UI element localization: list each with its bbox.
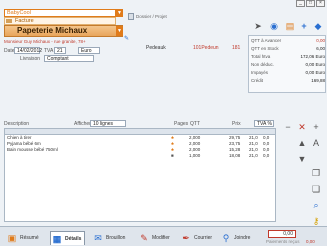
doc-type-select[interactable]: Facture [4, 17, 116, 25]
pages-label: Pages [174, 121, 189, 127]
row-icon: ■ [171, 153, 174, 158]
plus-icon[interactable]: + [298, 20, 310, 32]
insert-icon[interactable]: + [310, 121, 322, 133]
text-icon[interactable]: A [310, 137, 322, 149]
car-icon[interactable]: ◉ [268, 20, 280, 32]
row-tools: − ✕ + ▲ A ▼ ❐ ❏ ⌕ ⚷ [280, 121, 326, 231]
contact-line: Monsieur Guy Michaux - rue granite, 78+ [4, 39, 86, 44]
afficher-label: Afficher [74, 121, 91, 127]
tab-courrier[interactable]: ✒ Courrier [180, 231, 212, 245]
client-select[interactable]: Papeterie Michaux [4, 25, 123, 37]
lines-select[interactable]: 10 lignes [90, 120, 126, 127]
payments-value: 0,00 [306, 239, 315, 244]
totals-row: QTT en Stock 6,00 [251, 46, 325, 51]
tva-select[interactable]: TVA % [254, 120, 274, 127]
qtt-label: QTT [190, 121, 200, 127]
pencil-icon[interactable]: ✎ [124, 35, 129, 42]
totals-row: Total htva 172,06 Euro [251, 54, 325, 59]
tab-modifier[interactable]: ✎ Modifier [138, 231, 170, 245]
totals-row: QTT à Avancer 0,00 [251, 38, 325, 43]
details-icon: ▦ [52, 234, 62, 244]
document-icon: ▣ [7, 233, 17, 243]
note-icon[interactable]: ▤ [284, 20, 296, 32]
company-select[interactable]: BabyCool [4, 9, 116, 17]
currency-select[interactable]: Euro [78, 47, 100, 54]
attach-icon: ⚲ [222, 233, 230, 243]
ref-count: 181 [232, 45, 241, 51]
minus-icon[interactable]: − [282, 121, 294, 133]
app-window: _ □ × BabyCool ▼ Facture Papeterie Micha… [0, 0, 327, 246]
prix-label: Prix [232, 121, 241, 127]
chevron-down-icon[interactable]: ▼ [116, 26, 123, 36]
doc-project-link[interactable]: Dossier / Projet [136, 14, 167, 19]
draft-icon: ✉ [94, 233, 102, 243]
totals-row: Non déduc. 0,00 Euro [251, 62, 325, 67]
date-label: Date [4, 48, 15, 54]
close-button[interactable]: × [316, 0, 325, 7]
up-icon[interactable]: ▲ [296, 137, 308, 149]
ref-number: 101Pedeun [193, 45, 219, 51]
bottom-total-field[interactable]: 0,00 [268, 230, 296, 238]
livraison-label: Livraison [20, 56, 41, 62]
paste-icon[interactable]: ❏ [310, 183, 322, 195]
chevron-down-icon[interactable]: ▼ [116, 9, 123, 17]
edit-icon: ✎ [140, 233, 148, 243]
tva-field[interactable]: 21 [54, 47, 66, 54]
tab-resume[interactable]: ▣ Résumé [6, 231, 39, 245]
tab-joindre[interactable]: ⚲ Joindre [220, 231, 251, 245]
table-row[interactable]: ■ 1,000 18,08 21,0 0,0 [5, 153, 275, 159]
date-field[interactable]: 14/02/2012 [14, 47, 42, 54]
invoice-lines-table: Chien à tirer ♣ 2,000 29,75 21,0 0,0 Pyj… [4, 128, 276, 222]
tab-details[interactable]: ▦ Détails [50, 231, 86, 245]
minimize-button[interactable]: _ [296, 0, 305, 7]
totals-row: Crédit 169,88 [251, 78, 325, 83]
drop-icon[interactable]: ◆ [312, 20, 324, 32]
tab-brouillon[interactable]: ✉ Brouillon [92, 231, 125, 245]
ref-label: Pedeauk [146, 45, 166, 51]
invoice-icon [6, 19, 12, 23]
tva-label: TVA [44, 48, 54, 54]
mail-icon: ✒ [182, 233, 190, 243]
payments-label: Paiements reçus [266, 239, 300, 244]
maximize-button[interactable]: □ [306, 0, 315, 7]
copy-icon[interactable]: ❐ [310, 167, 322, 179]
delete-icon[interactable]: ✕ [296, 121, 308, 133]
totals-row: Impayés 0,00 Euro [251, 70, 325, 75]
cursor-icon[interactable]: ➤ [252, 20, 264, 32]
folder-icon[interactable] [128, 13, 134, 20]
totals-panel: QTT à Avancer 0,00 QTT en Stock 6,00 Total… [248, 35, 326, 93]
description-label: Description [4, 121, 30, 127]
payment-select[interactable]: Comptant [44, 55, 94, 62]
down-icon[interactable]: ▼ [296, 153, 308, 165]
search-icon[interactable]: ⌕ [310, 199, 322, 211]
